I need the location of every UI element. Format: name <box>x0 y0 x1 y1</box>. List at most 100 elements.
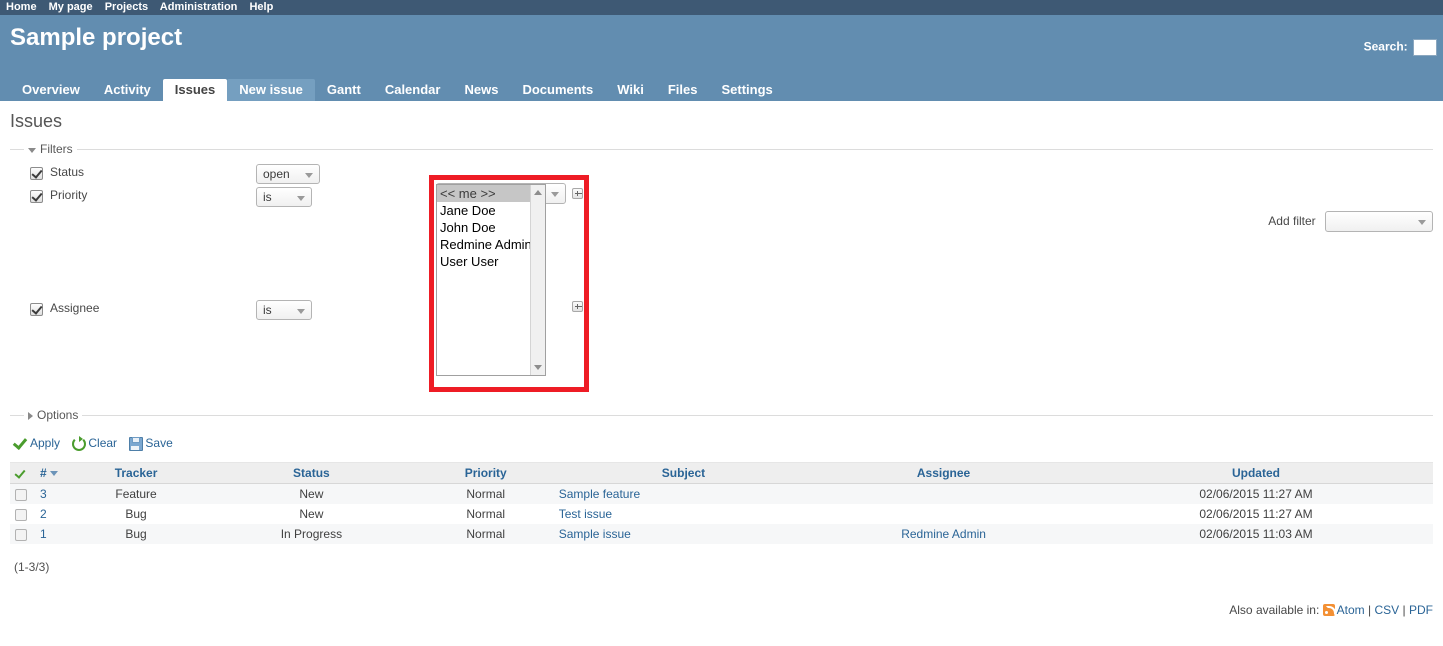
toggle-multiselect-assignee[interactable] <box>572 301 583 312</box>
assignee-option-user-user[interactable]: User User <box>437 253 530 270</box>
column-header-updated[interactable]: Updated <box>1078 462 1433 484</box>
column-header-id[interactable]: # <box>36 462 62 484</box>
assignee-option-list: << me >> Jane Doe John Doe Redmine Admin… <box>437 185 532 375</box>
export-csv-link[interactable]: CSV <box>1375 603 1400 617</box>
feed-icon <box>1322 604 1336 616</box>
filter-operator-status[interactable]: open <box>256 164 320 184</box>
cell-priority: Normal <box>466 487 506 501</box>
cell-id: 1 <box>36 524 62 544</box>
tab-wiki[interactable]: Wiki <box>605 79 656 101</box>
project-title: Sample project <box>10 24 183 51</box>
top-menu-item-home[interactable]: Home <box>6 1 37 13</box>
tab-documents[interactable]: Documents <box>510 79 605 101</box>
apply-button[interactable]: Apply <box>14 436 60 450</box>
other-formats: Also available in: Atom | CSV | PDF <box>1229 603 1433 617</box>
toggle-multiselect-priority[interactable] <box>572 188 583 199</box>
add-filter-label: Add filter <box>1268 213 1316 228</box>
chevron-right-icon <box>28 411 33 420</box>
page-header: Sample project Search: <box>0 15 1443 79</box>
export-pdf-link[interactable]: PDF <box>1409 603 1433 617</box>
tab-issues[interactable]: Issues <box>162 79 228 101</box>
save-button[interactable]: Save <box>129 436 173 451</box>
assignee-link[interactable]: Redmine Admin <box>901 527 986 541</box>
filters-fieldset: Filters Status open Priority is Assignee… <box>10 142 1433 408</box>
table-row[interactable]: 3 Feature New Normal Sample feature 02/0… <box>10 483 1433 505</box>
assignee-option-john-doe[interactable]: John Doe <box>437 219 530 236</box>
cell-assignee <box>808 504 1079 524</box>
top-menu-item-administration[interactable]: Administration <box>160 1 238 13</box>
tab-new-issue[interactable]: New issue <box>227 79 315 101</box>
issue-subject-link[interactable]: Test issue <box>559 507 612 521</box>
assignee-option-redmine-admin[interactable]: Redmine Admin <box>437 236 532 253</box>
assignee-option-me[interactable]: << me >> <box>437 185 530 202</box>
top-menu-item-help[interactable]: Help <box>249 1 273 13</box>
filter-operator-assignee[interactable]: is <box>256 300 312 320</box>
cell-id: 2 <box>36 504 62 524</box>
tab-settings[interactable]: Settings <box>709 79 784 101</box>
chevron-down-icon <box>1418 220 1426 225</box>
column-header-status[interactable]: Status <box>210 462 413 484</box>
scroll-up-arrow-icon[interactable] <box>531 185 545 200</box>
cell-status: New <box>299 507 324 521</box>
content-area: Issues Filters Status open Priority is A… <box>0 101 1443 639</box>
issue-subject-link[interactable]: Sample feature <box>559 487 640 501</box>
chevron-down-icon <box>305 173 313 178</box>
floppy-disk-icon <box>129 437 144 451</box>
filter-checkbox-assignee[interactable] <box>30 303 43 316</box>
reload-icon <box>72 436 87 451</box>
table-row[interactable]: 1 Bug In Progress Normal Sample issue Re… <box>10 524 1433 544</box>
filter-checkbox-status[interactable] <box>30 167 43 180</box>
filter-operator-priority[interactable]: is <box>256 187 312 207</box>
top-menu-item-my-page[interactable]: My page <box>49 1 93 13</box>
chevron-down-icon <box>551 192 559 197</box>
other-formats-label: Also available in: <box>1229 603 1320 617</box>
chevron-down-icon <box>297 196 305 201</box>
clear-label: Clear <box>88 436 118 450</box>
row-checkbox[interactable] <box>15 528 27 541</box>
filter-operator-assignee-value: is <box>263 303 272 317</box>
top-menu-item-projects[interactable]: Projects <box>105 1 148 13</box>
assignee-listbox-scrollbar[interactable] <box>530 185 545 375</box>
scroll-down-arrow-icon[interactable] <box>531 360 545 375</box>
column-header-assignee[interactable]: Assignee <box>808 462 1079 484</box>
column-header-subject[interactable]: Subject <box>558 462 809 484</box>
column-header-tracker[interactable]: Tracker <box>62 462 211 484</box>
issue-link[interactable]: 2 <box>40 507 47 521</box>
cell-updated: 02/06/2015 11:27 AM <box>1199 487 1313 501</box>
column-header-check-all[interactable] <box>10 462 36 484</box>
cell-tracker: Bug <box>125 507 147 521</box>
column-header-priority[interactable]: Priority <box>412 462 559 484</box>
issue-link[interactable]: 3 <box>40 487 47 501</box>
tab-activity[interactable]: Activity <box>92 79 163 101</box>
row-checkbox[interactable] <box>15 488 27 501</box>
add-filter-control: Add filter <box>1268 211 1433 232</box>
cell-assignee: Redmine Admin <box>808 524 1079 544</box>
issue-link[interactable]: 1 <box>40 527 47 541</box>
tab-calendar[interactable]: Calendar <box>373 79 453 101</box>
issue-subject-link[interactable]: Sample issue <box>559 527 631 541</box>
page-title: Issues <box>10 111 63 131</box>
query-actions: Apply Clear Save <box>14 436 1433 451</box>
row-checkbox-cell <box>10 504 36 524</box>
clear-button[interactable]: Clear <box>72 436 118 451</box>
tab-gantt[interactable]: Gantt <box>315 79 373 101</box>
assignee-option-jane-doe[interactable]: Jane Doe <box>437 202 530 219</box>
filter-checkbox-priority[interactable] <box>30 190 43 203</box>
chevron-down-icon <box>28 148 36 154</box>
cell-id: 3 <box>36 484 62 505</box>
row-checkbox[interactable] <box>15 508 27 521</box>
options-legend-toggle[interactable]: Options <box>24 408 82 422</box>
export-atom-link[interactable]: Atom <box>1337 603 1365 617</box>
check-icon <box>14 436 28 450</box>
options-legend-label: Options <box>37 408 79 422</box>
tab-overview[interactable]: Overview <box>10 79 92 101</box>
filters-legend-toggle[interactable]: Filters <box>24 142 77 156</box>
add-filter-select[interactable] <box>1325 211 1433 232</box>
tab-news[interactable]: News <box>452 79 510 101</box>
filters-area: Status open Priority is Assignee is << m… <box>10 156 1433 408</box>
cell-subject: Sample issue <box>559 524 808 544</box>
search-input[interactable] <box>1413 39 1437 56</box>
tab-files[interactable]: Files <box>656 79 710 101</box>
filter-value-assignee-listbox[interactable]: << me >> Jane Doe John Doe Redmine Admin… <box>436 184 546 376</box>
table-row[interactable]: 2 Bug New Normal Test issue 02/06/2015 1… <box>10 504 1433 524</box>
